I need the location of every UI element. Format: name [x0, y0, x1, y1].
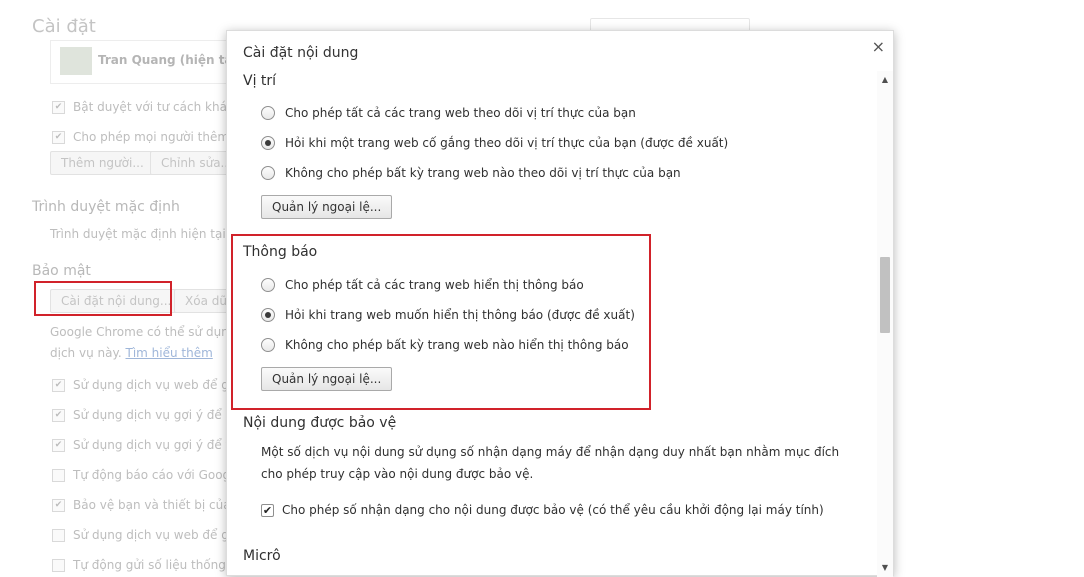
- notifications-heading: Thông báo: [243, 244, 318, 260]
- security-checkbox-label: Sử dụng dịch vụ gợi ý để giú: [73, 408, 245, 422]
- scroll-up-icon[interactable]: ▲: [877, 73, 893, 87]
- protected-content-checkbox-row[interactable]: ✔ Cho phép số nhận dạng cho nội dung đượ…: [261, 503, 824, 517]
- security-checkbox[interactable]: [52, 528, 65, 542]
- security-checkbox-row[interactable]: ✔ Sử dụng dịch vụ gợi ý để tải t: [52, 438, 250, 452]
- radio-button[interactable]: [261, 106, 275, 120]
- avatar: [60, 47, 92, 75]
- allow-add-people-checkbox[interactable]: ✔: [52, 130, 65, 144]
- allow-add-people-label: Cho phép mọi người thêm ng: [73, 130, 249, 144]
- radio-label: Cho phép tất cả các trang web hiển thị t…: [285, 278, 584, 292]
- dialog-title: Cài đặt nội dung: [243, 45, 359, 61]
- radio-button[interactable]: [261, 136, 275, 150]
- radio-button[interactable]: [261, 166, 275, 180]
- security-checkbox-row[interactable]: ✔ Sử dụng dịch vụ web để giúp: [52, 378, 247, 392]
- security-checkbox[interactable]: ✔: [52, 378, 65, 392]
- guest-browsing-checkbox-row[interactable]: ✔ Bật duyệt với tư cách khách: [52, 100, 241, 114]
- close-icon[interactable]: ×: [872, 37, 885, 56]
- radio-label: Hỏi khi trang web muốn hiển thị thông bá…: [285, 308, 635, 322]
- radio-button[interactable]: [261, 338, 275, 352]
- protected-content-description: Một số dịch vụ nội dung sử dụng số nhận …: [261, 445, 840, 481]
- security-checkbox[interactable]: ✔: [52, 438, 65, 452]
- radio-button[interactable]: [261, 308, 275, 322]
- security-checkbox-row[interactable]: Tự động báo cáo với Google: [52, 468, 241, 482]
- notifications-allow-all-option[interactable]: Cho phép tất cả các trang web hiển thị t…: [261, 276, 584, 294]
- security-checkbox-label: Tự động gửi số liệu thống kê: [73, 558, 244, 572]
- location-heading: Vị trí: [243, 73, 277, 89]
- scroll-down-icon[interactable]: ▼: [877, 561, 893, 575]
- security-checkbox-label: Sử dụng dịch vụ gợi ý để tải t: [73, 438, 250, 452]
- location-allow-all-option[interactable]: Cho phép tất cả các trang web theo dõi v…: [261, 104, 636, 122]
- profile-name[interactable]: Tran Quang (hiện tại): [98, 53, 242, 67]
- security-checkbox-label: Bảo vệ bạn và thiết bị của bạ: [73, 498, 250, 512]
- security-checkbox[interactable]: [52, 558, 65, 572]
- default-browser-text: Trình duyệt mặc định hiện tại là C: [50, 227, 253, 241]
- location-manage-exceptions-button[interactable]: Quản lý ngoại lệ...: [261, 195, 393, 219]
- security-checkbox-row[interactable]: ✔ Sử dụng dịch vụ gợi ý để giú: [52, 408, 244, 422]
- allow-add-people-checkbox-row[interactable]: ✔ Cho phép mọi người thêm ng: [52, 130, 248, 144]
- location-ask-option[interactable]: Hỏi khi một trang web cố gắng theo dõi v…: [261, 134, 728, 152]
- dialog-scrollbar[interactable]: ▲ ▼: [877, 71, 893, 577]
- security-heading: Bảo mật: [32, 263, 91, 279]
- scrollbar-thumb[interactable]: [880, 257, 890, 333]
- radio-label: Không cho phép bất kỳ trang web nào theo…: [285, 166, 681, 180]
- protected-content-heading: Nội dung được bảo vệ: [243, 415, 397, 431]
- security-checkbox-row[interactable]: Sử dụng dịch vụ web để giúp: [52, 528, 247, 542]
- content-settings-dialog: Cài đặt nội dung × Vị trí Cho phép tất c…: [226, 30, 894, 577]
- protected-content-checkbox[interactable]: ✔: [261, 503, 274, 517]
- radio-label: Không cho phép bất kỳ trang web nào hiển…: [285, 338, 629, 352]
- add-person-button[interactable]: Thêm người...: [50, 151, 155, 175]
- guest-browsing-label: Bật duyệt với tư cách khách: [73, 100, 242, 114]
- security-checkbox-row[interactable]: Tự động gửi số liệu thống kê: [52, 558, 244, 572]
- microphone-heading: Micrô: [243, 548, 281, 564]
- content-settings-highlight: [34, 281, 172, 316]
- security-checkbox-label: Tự động báo cáo với Google: [73, 468, 241, 482]
- radio-label: Cho phép tất cả các trang web theo dõi v…: [285, 106, 636, 120]
- radio-button[interactable]: [261, 278, 275, 292]
- location-block-option[interactable]: Không cho phép bất kỳ trang web nào theo…: [261, 164, 681, 182]
- settings-page-title: Cài đặt: [32, 16, 96, 37]
- security-checkbox-label: Sử dụng dịch vụ web để giúp: [73, 528, 248, 542]
- radio-label: Hỏi khi một trang web cố gắng theo dõi v…: [285, 136, 729, 150]
- notifications-block-option[interactable]: Không cho phép bất kỳ trang web nào hiển…: [261, 336, 629, 354]
- guest-browsing-checkbox[interactable]: ✔: [52, 100, 65, 114]
- notifications-manage-exceptions-button[interactable]: Quản lý ngoại lệ...: [261, 367, 393, 391]
- security-info-line1: Google Chrome có thể sử dụng d: [50, 325, 248, 339]
- default-browser-heading: Trình duyệt mặc định: [32, 199, 180, 215]
- notifications-ask-option[interactable]: Hỏi khi trang web muốn hiển thị thông bá…: [261, 306, 635, 324]
- learn-more-link[interactable]: Tìm hiểu thêm: [125, 346, 212, 360]
- security-checkbox[interactable]: ✔: [52, 408, 65, 422]
- protected-content-checkbox-label: Cho phép số nhận dạng cho nội dung được …: [282, 503, 824, 517]
- dialog-content: Vị trí Cho phép tất cả các trang web the…: [227, 71, 877, 577]
- security-checkbox[interactable]: [52, 468, 65, 482]
- security-checkbox-label: Sử dụng dịch vụ web để giúp: [73, 378, 248, 392]
- security-checkbox-row[interactable]: ✔ Bảo vệ bạn và thiết bị của bạ: [52, 498, 249, 512]
- security-checkbox[interactable]: ✔: [52, 498, 65, 512]
- security-info-line2: dịch vụ này.: [50, 346, 122, 360]
